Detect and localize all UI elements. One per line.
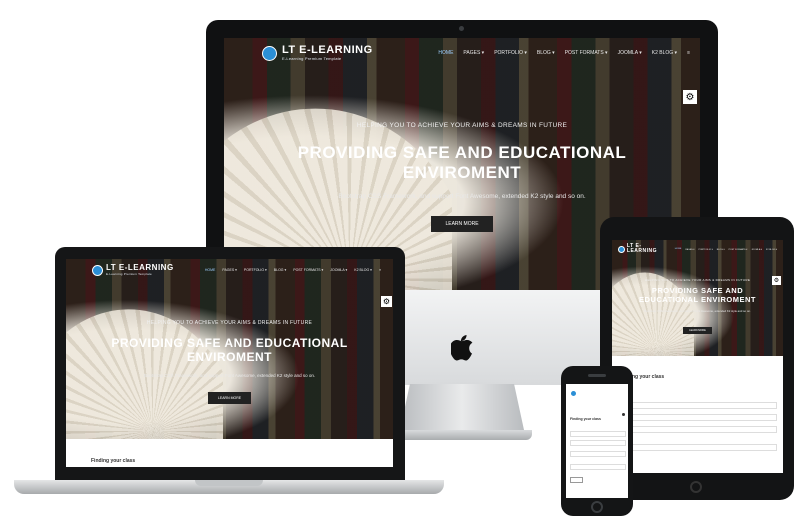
search-button[interactable] (570, 477, 583, 483)
apple-logo-icon (451, 335, 473, 361)
nav-home[interactable]: HOME (675, 248, 682, 250)
date-field[interactable] (570, 464, 626, 470)
laptop-screen: LT E-LEARNING E-Learning Premium Templat… (66, 259, 393, 467)
nav-post-formats[interactable]: POST FORMATS ▾ (729, 248, 748, 251)
imac-foot (392, 430, 532, 440)
finding-class-heading: Finding your class (91, 458, 136, 464)
nav-post-formats[interactable]: POST FORMATS ▾ (565, 50, 608, 56)
category-select[interactable] (620, 414, 777, 421)
learn-more-button[interactable]: LEARN MORE (683, 326, 712, 334)
navbar: LT E-LEARNING E-Learning Premium Templat… (66, 259, 393, 281)
hero-content: HELPING YOU TO ACHIEVE YOUR AIMS & DREAM… (224, 122, 700, 233)
filter-field[interactable] (620, 426, 777, 433)
search-field[interactable] (620, 402, 777, 409)
nav-k2-blog[interactable]: K2 BLOG ▾ (354, 268, 372, 272)
logo-mark-icon (262, 45, 277, 61)
hero-content: HELPING YOU TO ACHIEVE YOUR AIMS & DREAM… (612, 278, 783, 336)
hero-eyebrow: HELPING YOU TO ACHIEVE YOUR AIMS & DREAM… (146, 320, 313, 326)
site-logo[interactable]: LT E-LEARNING (618, 244, 671, 254)
hero-content: HELPING YOU TO ACHIEVE YOUR AIMS & DREAM… (66, 320, 393, 405)
hero-subline: Bootstrap CSS Framework, and support Fon… (338, 193, 586, 201)
nav-pages[interactable]: PAGES ▾ (463, 50, 484, 56)
navbar: LT E-LEARNING E-Learning Premium Templat… (224, 38, 700, 68)
phone-home-button (591, 501, 603, 513)
nav-k2-blog[interactable]: K2 BLOG ▾ (766, 248, 777, 251)
nav-pages[interactable]: PAGES ▾ (222, 268, 237, 272)
hero-headline: PROVIDING SAFE AND EDUCATIONAL ENVIROMEN… (111, 336, 348, 365)
navbar: LT E-LEARNING HOME PAGES ▾ PORTFOLIO ▾ B… (612, 240, 783, 258)
learn-more-button[interactable]: LEARN MORE (431, 216, 493, 233)
site-logo[interactable]: LT E-LEARNING E-Learning Premium Templat… (262, 45, 373, 61)
main-menu: HOME PAGES ▾ PORTFOLIO ▾ BLOG ▾ POST FOR… (671, 248, 777, 251)
menu-dot-icon[interactable] (622, 413, 625, 416)
main-menu: HOME PAGES ▾ PORTFOLIO ▾ BLOG ▾ POST FOR… (198, 268, 381, 272)
logo-mark-icon[interactable] (570, 390, 577, 397)
logo-mark-icon (618, 245, 625, 253)
nav-blog[interactable]: BLOG ▾ (274, 268, 286, 272)
search-field[interactable] (570, 431, 626, 437)
phone-speaker (588, 374, 606, 377)
gear-icon[interactable]: ⚙ (683, 90, 697, 104)
nav-joomla[interactable]: JOOMLA ▾ (618, 50, 642, 56)
learn-more-button[interactable]: LEARN MORE (207, 392, 252, 405)
hero-headline: PROVIDING SAFE AND EDUCATIONAL ENVIROMEN… (639, 286, 756, 304)
imac-stand (400, 384, 524, 430)
brand-tagline: E-Learning Premium Template (282, 56, 342, 61)
site-logo[interactable]: LT E-LEARNING E-Learning Premium Templat… (92, 264, 174, 276)
nav-blog[interactable]: BLOG ▾ (537, 50, 555, 56)
hero-eyebrow: HELPING YOU TO ACHIEVE YOUR AIMS & DREAM… (644, 278, 751, 282)
nav-portfolio[interactable]: PORTFOLIO ▾ (244, 268, 267, 272)
tablet-home-button (690, 481, 702, 493)
date-field[interactable] (620, 444, 777, 451)
nav-joomla[interactable]: JOOMLA ▾ (330, 268, 347, 272)
hero-subline: Bootstrap CSS Framework, and support Fon… (143, 373, 316, 379)
hero-subline: Bootstrap CSS Framework, and support Fon… (644, 308, 751, 313)
nav-post-formats[interactable]: POST FORMATS ▾ (293, 268, 323, 272)
brand-name: LT E-LEARNING (282, 44, 373, 56)
phone-screen: Finding your class (566, 384, 628, 498)
filter-field[interactable] (570, 451, 626, 457)
nav-k2-blog[interactable]: K2 BLOG ▾ (652, 50, 677, 56)
hero-eyebrow: HELPING YOU TO ACHIEVE YOUR AIMS & DREAM… (356, 122, 568, 129)
hamburger-icon[interactable]: ≡ (379, 268, 381, 272)
nav-portfolio[interactable]: PORTFOLIO ▾ (698, 248, 712, 251)
hero-banner: LT E-LEARNING E-Learning Premium Templat… (66, 259, 393, 439)
nav-joomla[interactable]: JOOMLA ▾ (751, 248, 762, 251)
main-menu: HOME PAGES ▾ PORTFOLIO ▾ BLOG ▾ POST FOR… (428, 50, 690, 56)
logo-mark-icon (92, 264, 103, 276)
brand-name: LT E-LEARNING (626, 243, 658, 254)
gear-icon[interactable]: ⚙ (381, 296, 392, 307)
nav-portfolio[interactable]: PORTFOLIO ▾ (494, 50, 527, 56)
category-select[interactable] (570, 440, 626, 446)
nav-home[interactable]: HOME (438, 50, 453, 56)
nav-pages[interactable]: PAGES ▾ (685, 248, 694, 251)
hero-headline: PROVIDING SAFE AND EDUCATIONAL ENVIROMEN… (297, 143, 627, 183)
nav-blog[interactable]: BLOG ▾ (717, 248, 725, 251)
brand-tagline: E-Learning Premium Template (106, 272, 152, 276)
laptop-notch (195, 480, 263, 486)
hero-banner: LT E-LEARNING HOME PAGES ▾ PORTFOLIO ▾ B… (612, 240, 783, 356)
brand-name: LT E-LEARNING (106, 263, 174, 272)
imac-camera (459, 26, 464, 31)
tablet-screen: LT E-LEARNING HOME PAGES ▾ PORTFOLIO ▾ B… (612, 240, 783, 473)
finding-class-heading: Finding your class (570, 417, 601, 421)
hamburger-icon[interactable]: ≡ (687, 50, 690, 56)
nav-home[interactable]: HOME (205, 268, 216, 272)
content-section: Finding your class (612, 356, 783, 473)
content-section: Finding your class (66, 439, 393, 467)
